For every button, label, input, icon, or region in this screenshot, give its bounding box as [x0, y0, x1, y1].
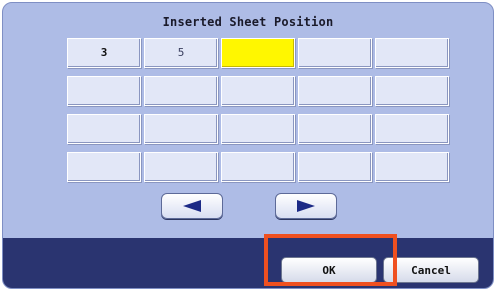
next-page-button[interactable]: [275, 193, 337, 219]
grid-cell[interactable]: [375, 76, 449, 106]
grid-cell[interactable]: [144, 76, 218, 106]
grid-cell[interactable]: [221, 114, 295, 144]
grid-cell[interactable]: [67, 76, 141, 106]
grid-cell[interactable]: [298, 114, 372, 144]
arrow-right-icon: [297, 200, 315, 212]
grid-cell[interactable]: [221, 152, 295, 182]
grid-cell[interactable]: 5: [144, 38, 218, 68]
grid-cell[interactable]: [375, 38, 449, 68]
arrow-left-icon: [183, 200, 201, 212]
grid-cell[interactable]: [375, 152, 449, 182]
grid-cell[interactable]: [375, 114, 449, 144]
grid-cell[interactable]: 3: [67, 38, 141, 68]
grid-cell[interactable]: [298, 76, 372, 106]
grid-cell[interactable]: [67, 114, 141, 144]
copier-panel: Inserted Sheet Position 3 5 OK Cancel: [2, 2, 494, 289]
cancel-button[interactable]: Cancel: [383, 257, 479, 283]
grid-cell-current[interactable]: [221, 38, 295, 68]
ok-button[interactable]: OK: [281, 257, 377, 283]
grid-cell[interactable]: [67, 152, 141, 182]
grid-cell[interactable]: [144, 114, 218, 144]
grid-cell[interactable]: [144, 152, 218, 182]
grid-cell[interactable]: [298, 152, 372, 182]
previous-page-button[interactable]: [161, 193, 223, 219]
dialog-title: Inserted Sheet Position: [162, 15, 334, 29]
grid-cell[interactable]: [298, 38, 372, 68]
grid-cell[interactable]: [221, 76, 295, 106]
